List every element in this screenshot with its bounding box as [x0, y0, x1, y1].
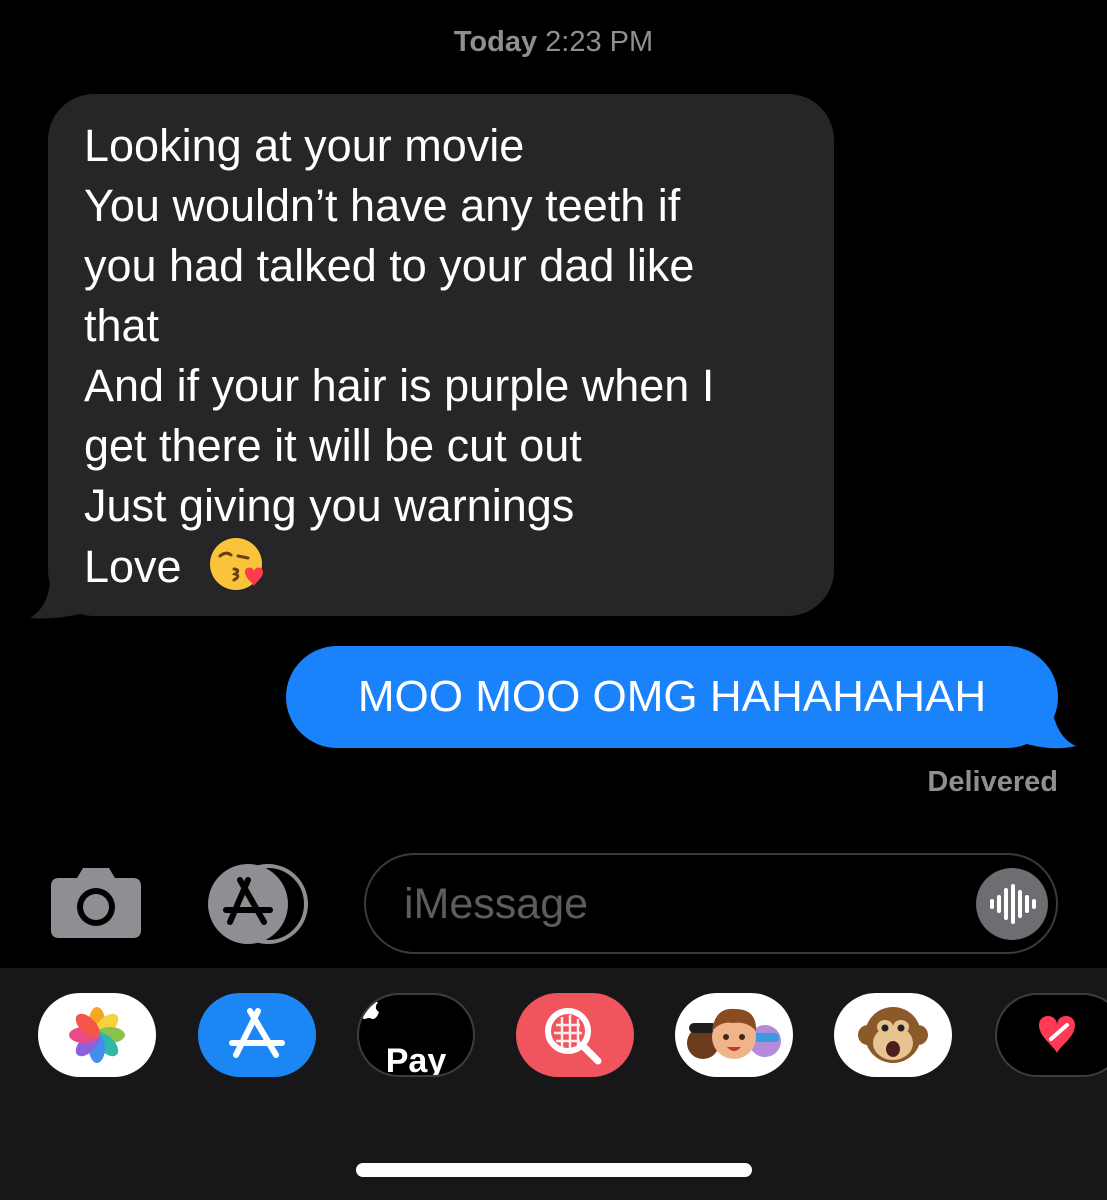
message-line: that — [84, 300, 160, 351]
apple-pay-label: Pay — [359, 995, 473, 1077]
app-store-icon[interactable] — [206, 862, 314, 946]
photos-app-icon[interactable] — [38, 993, 156, 1077]
home-indicator[interactable] — [356, 1163, 752, 1177]
animoji-monkey-app-icon[interactable] — [834, 993, 952, 1077]
apple-pay-text: Pay — [385, 1042, 447, 1077]
message-line: And if your hair is purple when I — [84, 360, 715, 411]
message-line: Looking at your movie — [84, 120, 525, 171]
message-line: get there it will be cut out — [84, 420, 582, 471]
message-line: You wouldn’t have any teeth if — [84, 180, 681, 231]
imessage-placeholder: iMessage — [404, 880, 589, 928]
message-line: you had talked to your dad like — [84, 240, 695, 291]
images-search-app-icon[interactable] — [516, 993, 634, 1077]
message-line-text: Love — [84, 541, 182, 592]
audio-waveform-icon[interactable] — [976, 868, 1048, 940]
delivery-status: Delivered — [927, 766, 1058, 798]
timestamp-day: Today — [453, 26, 538, 58]
apple-logo-icon — [359, 995, 379, 1019]
app-store-app-icon[interactable] — [198, 993, 316, 1077]
camera-icon[interactable] — [49, 864, 143, 940]
app-drawer: Pay — [0, 968, 1107, 1200]
timestamp-time: 2:23 PM — [545, 26, 654, 58]
message-timestamp: Today 2:23 PM — [0, 26, 1107, 59]
memoji-stickers-app-icon[interactable] — [675, 993, 793, 1077]
message-line: Just giving you warnings — [84, 480, 575, 531]
outgoing-message-bubble[interactable]: MOO MOO OMG HAHAHAHAH — [286, 646, 1058, 748]
apple-pay-app-icon[interactable]: Pay — [357, 993, 475, 1077]
message-line-last: Love — [84, 536, 814, 597]
incoming-message-bubble[interactable]: Looking at your movie You wouldn’t have … — [48, 94, 834, 616]
digital-touch-app-icon[interactable] — [995, 993, 1107, 1077]
imessage-input[interactable]: iMessage — [364, 853, 1058, 954]
face-blowing-a-kiss-icon — [210, 538, 264, 590]
